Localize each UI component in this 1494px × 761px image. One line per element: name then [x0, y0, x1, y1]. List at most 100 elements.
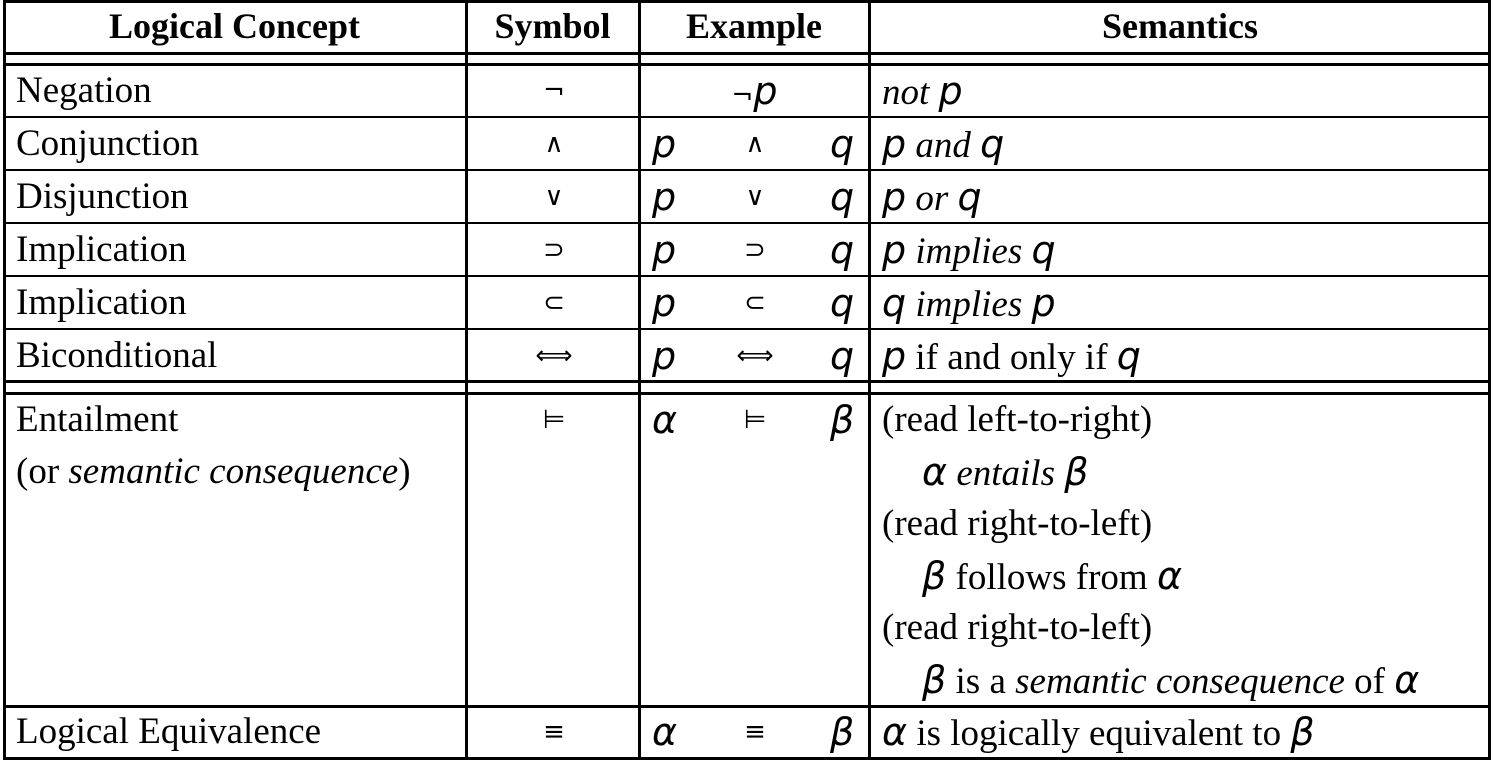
- semantics-line: (read right-to-left): [882, 498, 1152, 550]
- example-cell-left: p: [652, 122, 677, 166]
- semantics-line: β is a semantic consequence of α: [922, 654, 1419, 708]
- math-variable: α: [922, 450, 948, 494]
- text: of: [1344, 661, 1395, 702]
- example-cell-right: q: [830, 175, 855, 219]
- concept-cell: Negation: [16, 70, 152, 111]
- column-rule: [3, 0, 6, 760]
- semantics-cell: p implies q: [882, 224, 1056, 278]
- semantics-cell: not p: [882, 65, 963, 119]
- semantics-line: (read left-to-right): [882, 394, 1152, 446]
- text: follows from: [946, 557, 1157, 598]
- math-variable: p: [753, 69, 778, 113]
- operator-symbol: ¬: [731, 81, 754, 111]
- header-example: Example: [685, 6, 822, 46]
- column-rule: [868, 0, 871, 760]
- symbol-cell: ⊨: [542, 405, 566, 435]
- math-variable: p: [1031, 281, 1056, 325]
- text: if and only if: [906, 337, 1117, 378]
- math-variable: α: [1394, 658, 1420, 702]
- semantics-cell: p if and only if q: [882, 330, 1141, 384]
- text: is a: [946, 661, 1016, 702]
- symbol-cell: ≡: [543, 717, 565, 747]
- math-variable: p: [882, 228, 907, 272]
- example-cell-left: p: [652, 228, 677, 272]
- math-variable: q: [980, 122, 1005, 166]
- concept-cell: Entailment: [16, 399, 179, 440]
- header-symbol: Symbol: [494, 6, 611, 46]
- symbol-cell: ∨: [544, 182, 564, 212]
- concept-cell: Biconditional: [16, 335, 218, 376]
- math-variable: α: [882, 710, 908, 754]
- italic-text: entails: [947, 453, 1065, 494]
- italic-text: semantic consequence: [1015, 661, 1345, 702]
- math-variable: q: [1031, 228, 1056, 272]
- text: is logically equivalent to: [907, 713, 1291, 754]
- italic-text: implies: [906, 284, 1032, 325]
- concept-cell: Implication: [16, 229, 187, 270]
- math-variable: p: [882, 122, 907, 166]
- semantics-line: (read right-to-left): [882, 602, 1152, 654]
- example-cell-left: p: [652, 281, 677, 325]
- example-cell-right: β: [830, 398, 855, 442]
- semantics-line: β follows from α: [922, 550, 1182, 604]
- example-cell-right: β: [830, 710, 855, 754]
- concept-cell: Implication: [16, 282, 187, 323]
- math-variable: β: [1290, 710, 1315, 754]
- text: ): [398, 451, 411, 492]
- math-variable: q: [957, 175, 982, 219]
- example-cell-operator: ⊂: [744, 288, 766, 318]
- concept-cell-subtitle: (or semantic consequence): [16, 446, 411, 498]
- example-cell-operator: ∨: [745, 182, 765, 212]
- math-variable: p: [882, 175, 907, 219]
- example-cell-operator: ⊃: [744, 235, 766, 265]
- example-cell-operator: ∧: [745, 129, 765, 159]
- semantics-cell: α is logically equivalent to β: [882, 706, 1315, 760]
- example-cell-right: q: [830, 334, 855, 378]
- italic-text: and: [906, 125, 981, 166]
- math-variable: α: [1156, 554, 1183, 598]
- math-variable: p: [938, 69, 963, 113]
- italic-text: or: [906, 178, 958, 219]
- header-concept: Logical Concept: [109, 6, 360, 46]
- semantics-line: α entails β: [922, 446, 1089, 500]
- concept-cell: Conjunction: [16, 123, 199, 164]
- concept-cell: Logical Equivalence: [16, 711, 322, 752]
- example-cell-right: q: [830, 122, 855, 166]
- example-cell-left: α: [652, 710, 678, 754]
- symbol-cell: ∧: [544, 129, 564, 159]
- math-variable: q: [882, 281, 907, 325]
- column-rule: [1488, 0, 1491, 760]
- semantics-cell: p and q: [882, 118, 1004, 172]
- symbol-cell: ⊃: [543, 235, 565, 265]
- example-cell-right: q: [830, 281, 855, 325]
- example-cell-left: p: [652, 175, 677, 219]
- rule: [3, 52, 1491, 55]
- text: (or: [16, 451, 69, 492]
- example-cell-left: α: [652, 398, 678, 442]
- symbol-cell: ⊂: [543, 288, 565, 318]
- example-cell-right: q: [830, 228, 855, 272]
- semantics-cell: p or q: [882, 171, 982, 225]
- header-semantics: Semantics: [1102, 6, 1258, 46]
- math-variable: β: [922, 658, 947, 702]
- symbol-cell: ⟺: [535, 341, 573, 371]
- italic-text: implies: [906, 231, 1032, 272]
- math-variable: β: [1064, 450, 1089, 494]
- math-variable: q: [1116, 334, 1141, 378]
- symbol-cell: ¬: [543, 76, 565, 106]
- math-variable: p: [882, 334, 907, 378]
- example-cell-operator: ≡: [744, 717, 766, 747]
- example-cell-left: p: [652, 334, 677, 378]
- text: (read left-to-right): [882, 399, 1153, 440]
- example-cell-operator: ⊨: [743, 405, 767, 435]
- example-cell-operator: ⟺: [736, 341, 774, 371]
- example-cell: ¬p: [641, 65, 868, 122]
- italic-text: not: [882, 72, 939, 113]
- column-rule: [465, 0, 468, 760]
- text: (read right-to-left): [882, 607, 1153, 648]
- semantics-cell: q implies p: [882, 277, 1056, 331]
- italic-text: semantic consequence: [68, 451, 399, 492]
- text: (read right-to-left): [882, 503, 1153, 544]
- concept-cell: Disjunction: [16, 176, 189, 217]
- math-variable: β: [922, 554, 947, 598]
